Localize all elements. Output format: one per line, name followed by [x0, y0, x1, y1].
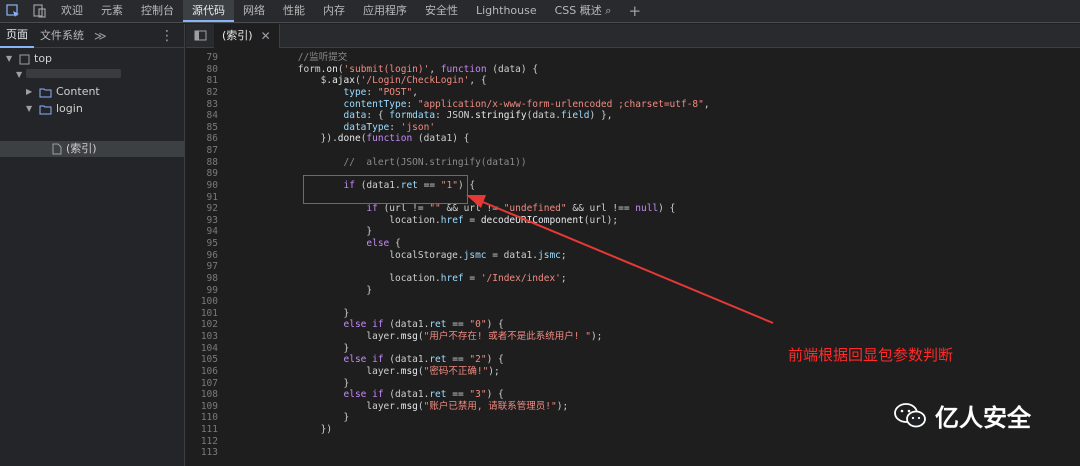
- watermark: 亿人安全: [893, 398, 1031, 433]
- annotation-text: 前端根据回显包参数判断: [788, 346, 954, 364]
- watermark-text: 亿人安全: [935, 404, 1031, 432]
- wechat-icon: [894, 402, 926, 427]
- red-arrow-icon: [466, 195, 774, 324]
